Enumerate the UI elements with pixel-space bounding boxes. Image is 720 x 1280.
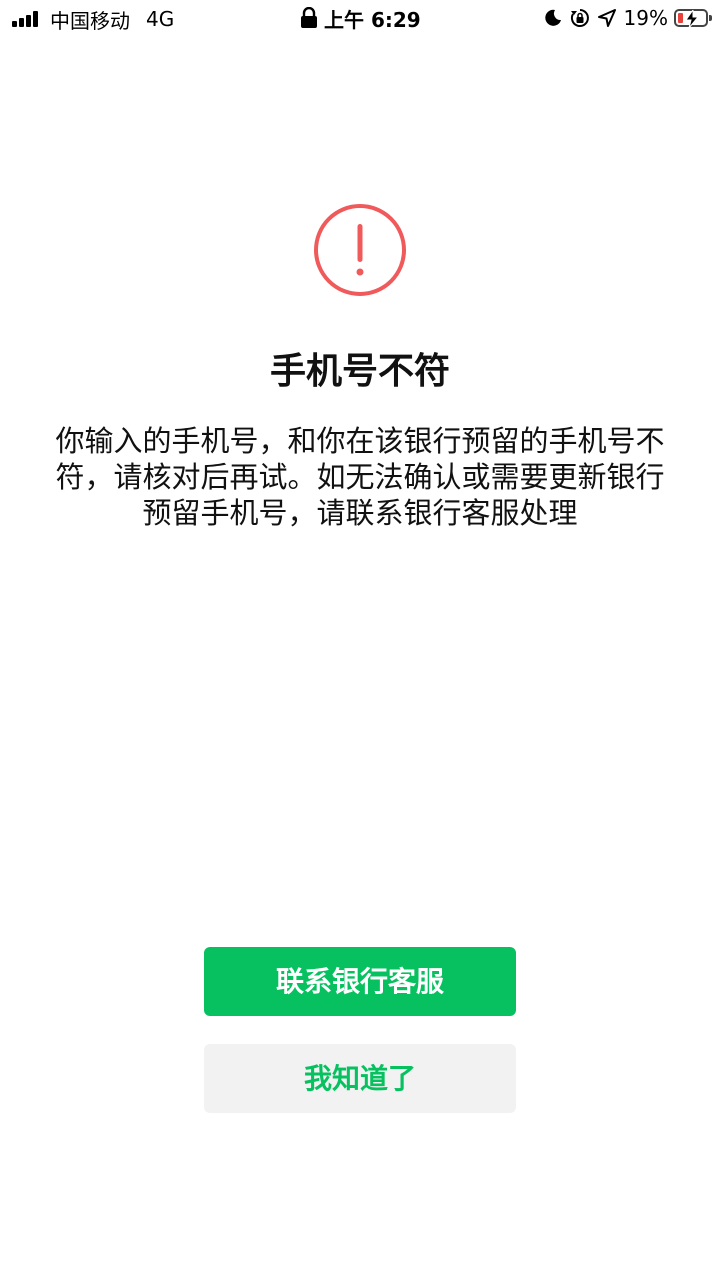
status-center: 上午 6:29: [300, 5, 421, 32]
contact-bank-support-button[interactable]: 联系银行客服: [204, 947, 516, 1016]
location-arrow-icon: [597, 9, 616, 27]
status-right: 19%: [544, 5, 712, 31]
clock: 上午 6:29: [324, 7, 421, 32]
battery-icon: [674, 9, 712, 28]
got-it-button[interactable]: 我知道了: [204, 1044, 516, 1113]
alert-message: 你输入的手机号，和你在该银行预留的手机号不 符，请核对后再试。如无法确认或需要更…: [40, 423, 680, 531]
status-bar: 中国移动 4G 上午 6:29 19%: [0, 0, 720, 40]
message-line: 符，请核对后再试。如无法确认或需要更新银行: [55, 460, 665, 494]
screen: 中国移动 4G 上午 6:29 19% 手机号不符 你输入的手机号，和你在该银行…: [0, 0, 720, 1280]
lock-icon: [301, 7, 317, 28]
message-line: 你输入的手机号，和你在该银行预留的手机号不: [55, 424, 665, 458]
rotation-lock-icon: [570, 9, 589, 27]
battery-percent: 19%: [623, 6, 668, 30]
status-left: 中国移动 4G: [12, 6, 175, 33]
moon-icon: [544, 9, 561, 26]
exclamation-circle-icon: [314, 204, 406, 296]
signal-icon: [12, 11, 40, 27]
message-line: 预留手机号，请联系银行客服处理: [142, 496, 578, 530]
page-title: 手机号不符: [269, 351, 450, 392]
carrier-label: 中国移动: [50, 8, 130, 33]
network-label: 4G: [146, 7, 175, 31]
